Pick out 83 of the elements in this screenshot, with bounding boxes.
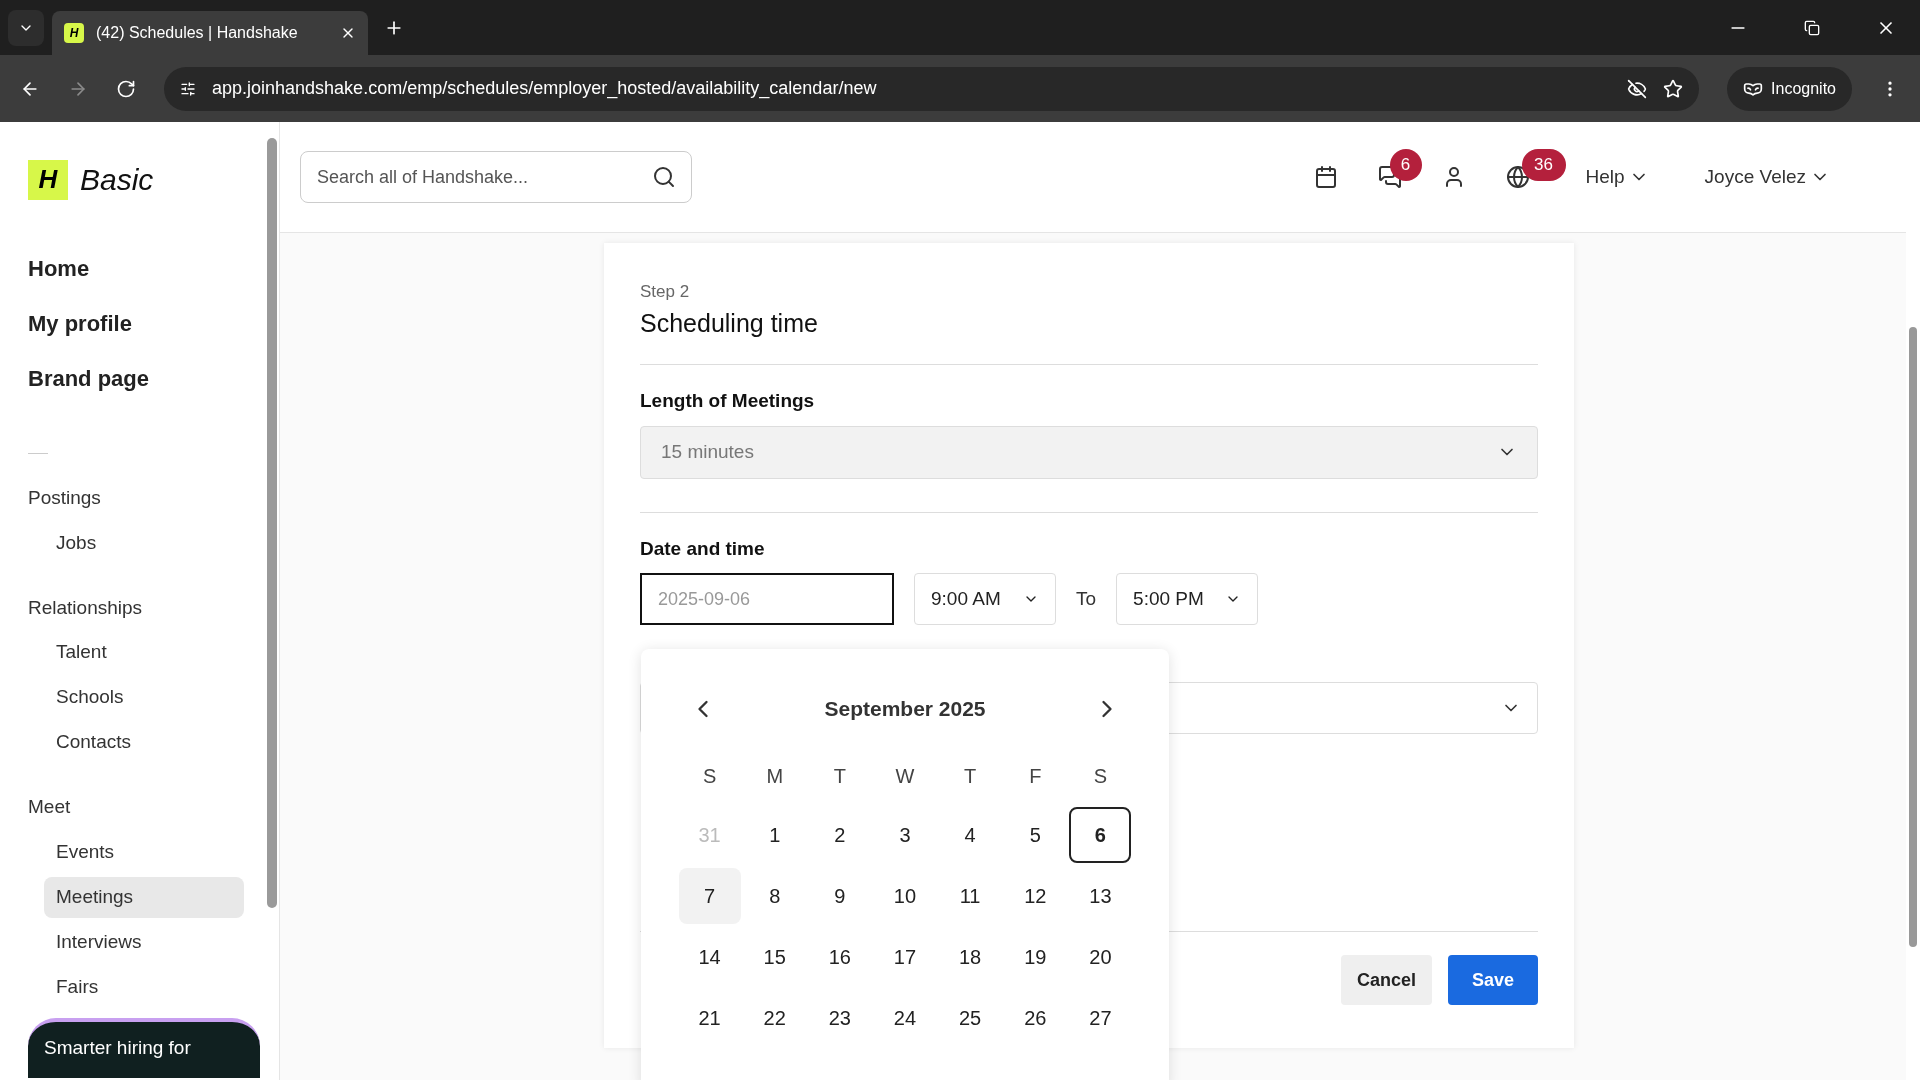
nav-item[interactable]: Fairs [44,966,244,1008]
nav-item[interactable]: Meetings [44,876,244,918]
plan-name: Basic [80,162,154,198]
calendar-day[interactable]: 11 [939,867,1002,924]
nav-link[interactable]: My profile [28,307,265,340]
section-title: Scheduling time [640,307,819,339]
calendar-day[interactable]: 10 [874,867,936,924]
calendar-day[interactable]: 7 [678,867,741,924]
bookmark-star-icon [1663,78,1684,99]
month-title: September 2025 [824,696,986,722]
calendar-day[interactable]: 26 [1004,989,1067,1046]
nav-section-heading: Postings [28,486,102,510]
weekday-label: T [963,763,978,789]
nav-item[interactable]: Schools [44,677,244,718]
field-label: Length of Meetings [640,389,816,413]
nav-section-heading: Relationships [28,595,144,620]
calendar-day[interactable]: 16 [808,928,871,985]
calendar-day[interactable]: 6 [1069,806,1132,863]
calendar-day[interactable]: 24 [874,989,936,1046]
calendar-day[interactable]: 23 [808,989,871,1046]
date-field[interactable]: 2025-09-06 [640,573,894,625]
nav-item[interactable]: Contacts [44,722,244,763]
tab-list-button[interactable] [8,9,44,46]
incognito-chip[interactable]: Incognito [1727,66,1852,111]
notification-badge: 6 [1389,149,1422,181]
weekday-label: W [894,763,916,789]
calendar-day[interactable]: 13 [1069,867,1132,924]
user-menu[interactable]: Joyce Velez [1704,162,1830,192]
url-text: app.joinhandshake.com/emp/schedules/employer_hosted/availability_calendar/new [212,77,878,101]
calendar-day[interactable]: 21 [678,989,741,1046]
calendar-day[interactable]: 20 [1069,928,1132,985]
calendar-day[interactable]: 8 [743,867,806,924]
address-bar[interactable]: app.joinhandshake.com/emp/schedules/employer_hosted/availability_calendar/new [164,66,1700,111]
step-label: Step 2 [640,281,691,303]
calendar-day[interactable]: 17 [874,928,936,985]
calendar-day[interactable]: 1 [743,806,806,863]
nav-item[interactable]: Events [44,831,244,873]
calendar-day[interactable]: 5 [1004,806,1067,863]
reload-icon[interactable] [116,78,136,99]
search-field[interactable]: Search all of Handshake... [300,151,692,203]
weekday-label: T [832,763,847,789]
field-label: Date and time [640,536,766,561]
help-menu[interactable]: Help [1585,162,1649,192]
calendar-day[interactable]: 25 [939,989,1002,1046]
weekday-label: M [765,763,785,789]
nav-link[interactable]: Brand page [28,362,265,395]
calendar-day[interactable]: 18 [939,928,1002,985]
restore-icon[interactable] [1804,19,1820,36]
notification-badge: 36 [1521,149,1566,181]
calendar-day[interactable]: 3 [874,806,936,863]
nav-item[interactable]: Interviews [44,921,244,963]
nav-section-heading: Meet [28,795,72,819]
tab-title: (42) Schedules | Handshake [96,23,299,43]
calendar-day[interactable]: 19 [1004,928,1067,985]
calendar-icon[interactable] [1313,165,1338,189]
nav-item[interactable]: Jobs [44,522,244,564]
nav-item[interactable]: Talent [44,632,244,673]
calendar-day[interactable]: 12 [1004,867,1067,924]
to-label: To [1076,586,1097,611]
calendar-day[interactable]: 27 [1069,989,1132,1046]
calendar-day[interactable]: 9 [808,867,871,924]
nav-link[interactable]: Home [28,252,265,285]
browser-tab[interactable]: H (42) Schedules | Handshake [52,11,368,55]
weekday-label: S [1092,763,1109,789]
favicon: H [64,23,84,43]
calendar-day[interactable]: 14 [678,928,741,985]
save-button[interactable]: Save [1447,955,1538,1005]
start-time-select[interactable]: 9:00 AM [914,573,1056,625]
cancel-button[interactable]: Cancel [1340,955,1432,1005]
eye-off-icon [1627,78,1648,99]
logo: H [28,159,68,200]
length-select[interactable]: 15 minutes [640,425,1538,479]
globe-icon[interactable] [1505,165,1530,189]
site-settings-icon [180,80,196,97]
calendar-day[interactable]: 4 [939,806,1002,863]
calendar-day[interactable]: 22 [743,989,806,1046]
calendar-day[interactable]: 15 [743,928,806,985]
promo-banner: Smarter hiring for [28,1017,260,1078]
search-icon [652,165,676,189]
weekday-label: S [701,763,718,789]
end-time-select[interactable]: 5:00 PM [1116,573,1259,625]
calendar-day[interactable]: 2 [808,806,871,863]
weekday-label: F [1028,763,1043,789]
